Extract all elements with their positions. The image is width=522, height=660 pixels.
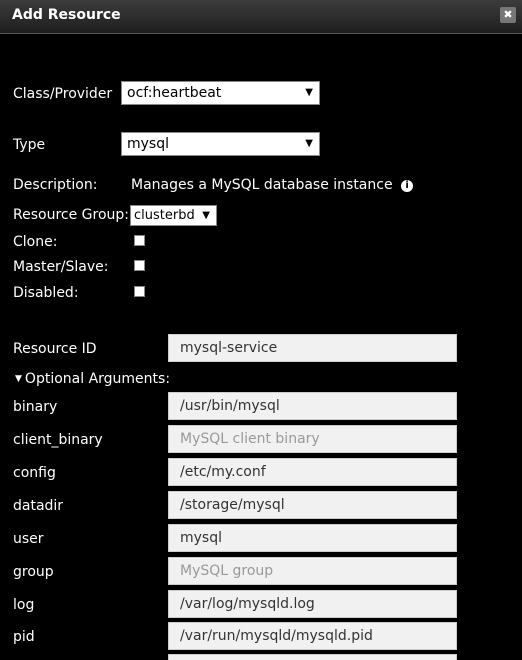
class-provider-label: Class/Provider <box>13 86 113 102</box>
arg-label-binary: binary <box>13 399 58 415</box>
class-provider-value: ocf:heartbeat <box>127 85 222 101</box>
pid-input[interactable]: /var/run/mysqld/mysqld.pid <box>168 622 457 650</box>
caret-down-icon: ▼ <box>15 374 22 384</box>
datadir-input[interactable]: /storage/mysql <box>168 491 457 519</box>
client-binary-input[interactable]: MySQL client binary <box>168 425 457 453</box>
info-icon[interactable]: i <box>401 180 414 192</box>
dialog-titlebar: Add Resource ✖ <box>0 0 522 34</box>
arg-label-log: log <box>13 597 35 613</box>
chevron-down-icon: ▼ <box>202 210 210 221</box>
description-text: Manages a MySQL database instance i <box>131 177 414 193</box>
resource-group-value: clusterbd <box>134 208 195 223</box>
master-slave-checkbox[interactable] <box>134 260 145 271</box>
config-input[interactable]: /etc/my.conf <box>168 458 457 486</box>
group-input[interactable]: MySQL group <box>168 557 457 585</box>
clone-label: Clone: <box>13 234 58 250</box>
resource-group-select[interactable]: clusterbd ▼ <box>130 205 217 226</box>
chevron-down-icon: ▼ <box>305 87 313 98</box>
description-label: Description: <box>13 177 98 193</box>
type-label: Type <box>13 137 46 153</box>
arg-label-group: group <box>13 564 54 580</box>
disabled-checkbox[interactable] <box>134 286 145 297</box>
arg-label-user: user <box>13 531 44 547</box>
arg-label-config: config <box>13 465 56 481</box>
type-select[interactable]: mysql ▼ <box>121 132 320 156</box>
log-input[interactable]: /var/log/mysqld.log <box>168 590 457 618</box>
clone-checkbox[interactable] <box>134 235 145 246</box>
chevron-down-icon: ▼ <box>305 138 313 149</box>
binary-input[interactable]: /usr/bin/mysql <box>168 392 457 420</box>
arg-label-datadir: datadir <box>13 498 64 514</box>
next-argument-input[interactable] <box>168 654 457 660</box>
master-slave-label: Master/Slave: <box>13 259 109 275</box>
arg-label-pid: pid <box>13 629 35 645</box>
resource-group-label: Resource Group: <box>13 207 129 223</box>
class-provider-select[interactable]: ocf:heartbeat ▼ <box>121 81 320 105</box>
description-value: Manages a MySQL database instance <box>131 177 393 193</box>
disabled-label: Disabled: <box>13 285 79 301</box>
optional-arguments-toggle[interactable]: ▼ Optional Arguments: <box>15 371 170 387</box>
optional-arguments-label: Optional Arguments: <box>24 371 171 387</box>
type-value: mysql <box>127 136 169 152</box>
close-icon[interactable]: ✖ <box>500 7 516 23</box>
arg-label-client-binary: client_binary <box>13 432 103 448</box>
resource-id-input[interactable]: mysql-service <box>168 334 457 362</box>
dialog-title: Add Resource <box>12 7 121 23</box>
resource-id-label: Resource ID <box>13 341 97 357</box>
user-input[interactable]: mysql <box>168 524 457 552</box>
